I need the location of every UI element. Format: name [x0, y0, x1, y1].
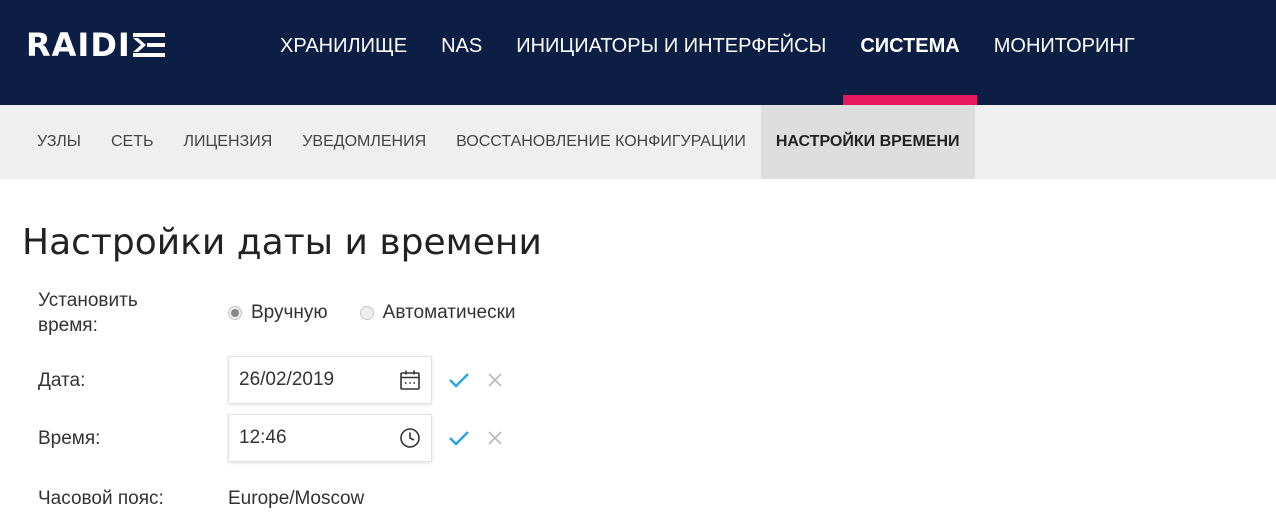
set-time-row: Установить время: Вручную Автоматически: [38, 288, 548, 338]
date-row: Дата:: [38, 356, 504, 404]
subnav-item-nodes[interactable]: УЗЛЫ: [22, 105, 96, 179]
nav-item-nas[interactable]: NAS: [424, 0, 499, 105]
date-cancel-close-icon[interactable]: [486, 371, 504, 389]
time-input[interactable]: [239, 427, 379, 449]
clock-icon[interactable]: [399, 427, 421, 449]
calendar-icon[interactable]: [399, 369, 421, 391]
subnav-item-config-recovery[interactable]: ВОССТАНОВЛЕНИЕ КОНФИГУРАЦИИ: [441, 105, 761, 179]
sub-navigation-bar: УЗЛЫ СЕТЬ ЛИЦЕНЗИЯ УВЕДОМЛЕНИЯ ВОССТАНОВ…: [0, 105, 1276, 179]
subnav-item-notifications[interactable]: УВЕДОМЛЕНИЯ: [287, 105, 441, 179]
date-input[interactable]: [239, 369, 379, 391]
timezone-value: Europe/Moscow: [228, 487, 365, 509]
page-title: Настройки даты и времени: [22, 222, 542, 263]
timezone-row: Часовой пояс: Europe/Moscow: [38, 486, 364, 511]
date-label: Дата:: [38, 369, 86, 391]
radio-manual[interactable]: Вручную: [228, 302, 328, 324]
logo-text: RAIDI: [26, 26, 131, 64]
set-time-label-line1: Установить: [38, 290, 138, 311]
raidix-logo[interactable]: RAIDI: [26, 24, 167, 66]
time-confirm-check-icon[interactable]: [448, 429, 470, 447]
subnav-item-time-settings[interactable]: НАСТРОЙКИ ВРЕМЕНИ: [760, 105, 975, 179]
subnav-item-license[interactable]: ЛИЦЕНЗИЯ: [168, 105, 287, 179]
radio-manual-indicator[interactable]: [228, 306, 242, 320]
nav-item-storage[interactable]: ХРАНИЛИЩЕ: [263, 0, 424, 105]
time-field[interactable]: [228, 414, 432, 462]
radio-automatic-label: Автоматически: [382, 302, 516, 323]
set-time-label-line2: время:: [38, 315, 98, 336]
time-row: Время:: [38, 414, 504, 462]
date-field[interactable]: [228, 356, 432, 404]
time-label: Время:: [38, 427, 101, 449]
nav-item-monitoring[interactable]: МОНИТОРИНГ: [977, 0, 1152, 105]
logo-x-mark-icon: [132, 33, 165, 57]
time-cancel-close-icon[interactable]: [486, 429, 504, 447]
radio-manual-label: Вручную: [251, 302, 328, 323]
radio-automatic[interactable]: Автоматически: [359, 302, 516, 324]
set-time-label: Установить время:: [38, 288, 228, 338]
timezone-label: Часовой пояс:: [38, 488, 164, 509]
top-navigation-bar: RAIDI ХРАНИЛИЩЕ NAS ИНИЦИАТОРЫ И ИНТЕРФЕ…: [0, 0, 1276, 105]
subnav-item-network[interactable]: СЕТЬ: [96, 105, 169, 179]
date-confirm-check-icon[interactable]: [448, 371, 470, 389]
nav-item-initiators-interfaces[interactable]: ИНИЦИАТОРЫ И ИНТЕРФЕЙСЫ: [499, 0, 843, 105]
radio-automatic-indicator[interactable]: [359, 306, 374, 320]
nav-item-system[interactable]: СИСТЕМА: [843, 0, 978, 105]
